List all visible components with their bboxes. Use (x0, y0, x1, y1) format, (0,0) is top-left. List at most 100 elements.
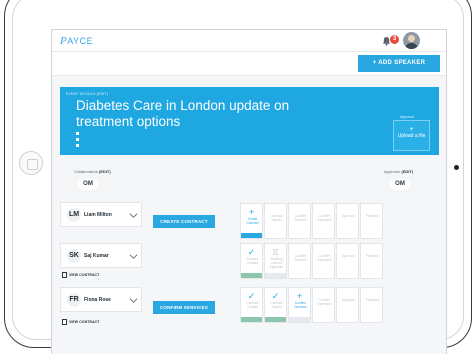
collaborators-label: Collaborators (EDIT) (74, 169, 111, 174)
step-label: Confirm Expenses (317, 214, 332, 222)
step-label: Confirm Expenses (317, 298, 332, 306)
approver-text: Approver (384, 169, 401, 174)
chevron-down-icon (129, 254, 138, 259)
step-confirm-expenses: Confirm Expenses (312, 203, 335, 239)
check-icon: ✓ (247, 291, 256, 301)
add-speaker-button[interactable]: + ADD SPEAKER (358, 55, 440, 72)
collaborators-edit-link[interactable]: (EDIT) (99, 169, 111, 174)
step-label: Confirm Services (294, 254, 307, 262)
step-label: Contract Created (246, 257, 259, 265)
view-contract-link[interactable]: VIEW CONTRACT (62, 319, 99, 325)
create-contract-button[interactable]: CREATE CONTRACT (153, 215, 215, 228)
approver-label: Approver (EDIT) (384, 169, 413, 174)
collaborators-text: Collaborators (74, 169, 98, 174)
event-details-edit-link[interactable]: EVENT DETAILS (EDIT) (66, 92, 108, 96)
action-bar: + ADD SPEAKER (52, 52, 446, 76)
event-meta-date (76, 137, 82, 141)
step-status-bar (241, 317, 262, 322)
plus-icon: + (248, 207, 255, 217)
chevron-down-icon (129, 213, 138, 218)
speaker-select-saj-kumar[interactable]: SK Saj Kumar (60, 243, 142, 268)
step-contract-created: ✓ Contract Created (240, 287, 263, 323)
step-label: Confirm Services (294, 301, 307, 309)
speaker-name: Saj Kumar (84, 253, 109, 259)
view-contract-label: VIEW CONTRACT (69, 319, 100, 324)
step-create-contract[interactable]: + Create Contract (240, 203, 263, 239)
step-label: Awaiting Contract Signature (269, 257, 284, 269)
step-awaiting-signature: ⧖ Awaiting Contract Signature (264, 243, 287, 279)
step-label: Approval (342, 214, 355, 218)
notification-badge: 3 (390, 35, 399, 44)
approver-badge[interactable]: OM (390, 179, 410, 190)
logo[interactable]: PAYCE (60, 35, 93, 47)
step-label: Contract Signed (270, 214, 283, 222)
step-label: Approval (342, 254, 355, 258)
avatar-body (405, 43, 418, 49)
document-icon (62, 319, 67, 325)
step-confirm-expenses: Confirm Expenses (312, 243, 335, 279)
confirm-services-button[interactable]: CONFIRM SERVICES (153, 301, 215, 314)
home-button[interactable] (19, 151, 43, 175)
plus-icon: + (296, 291, 303, 301)
step-payment: Payment (360, 287, 383, 323)
approver-edit-link[interactable]: (EDIT) (401, 169, 413, 174)
speaker-initials: FR (67, 293, 81, 307)
step-label: Confirm Expenses (317, 254, 332, 262)
event-meta-time (76, 143, 82, 147)
step-contract-created: ✓ Contract Created (240, 243, 263, 279)
step-label: Confirm Services (294, 214, 307, 222)
step-status-bar (241, 233, 262, 238)
step-status-bar (265, 317, 286, 322)
speaker-initials: SK (67, 249, 81, 263)
step-label: Create Contract (246, 217, 259, 225)
step-confirm-services: Confirm Services (288, 203, 311, 239)
speaker-initials: LM (67, 208, 81, 222)
plus-icon: + (409, 126, 414, 133)
step-label: Contract Created (246, 301, 259, 309)
camera-icon (454, 165, 459, 170)
collaborator-badge[interactable]: OM (78, 179, 98, 190)
avatar[interactable] (403, 32, 420, 49)
upload-file-label: Upload a file (397, 133, 426, 139)
step-confirm-services[interactable]: + Confirm Services (288, 287, 311, 323)
step-status-bar (289, 317, 310, 322)
step-label: Payment (366, 298, 379, 302)
step-approval: Approval (336, 287, 359, 323)
location-icon (76, 131, 79, 135)
check-icon: ✓ (247, 247, 256, 257)
approval-label: Approval (400, 115, 414, 119)
upload-file-button[interactable]: + Upload a file (393, 120, 430, 151)
avatar-head (408, 35, 415, 42)
top-bar: PAYCE 3 (52, 30, 446, 52)
logo-text: AYCE (67, 36, 94, 46)
app-screen: PAYCE 3 + ADD SPEAKER EVENT DETAILS (EDI… (51, 29, 447, 354)
step-confirm-expenses: Confirm Expenses (312, 287, 335, 323)
step-payment: Payment (360, 203, 383, 239)
hourglass-icon: ⧖ (272, 247, 279, 257)
speaker-name: Liam Milton (84, 212, 112, 218)
calendar-icon (76, 137, 79, 141)
step-label: Approval (342, 298, 355, 302)
view-contract-link[interactable]: VIEW CONTRACT (62, 272, 99, 278)
event-title: Diabetes Care in London update on treatm… (76, 98, 290, 129)
step-approval: Approval (336, 243, 359, 279)
step-status-bar (241, 273, 262, 278)
event-meta-location (76, 131, 82, 135)
view-contract-label: VIEW CONTRACT (69, 272, 100, 277)
speaker-select-fiona-rose[interactable]: FR Fiona Rose (60, 287, 142, 312)
step-label: Contract Signed (270, 301, 283, 309)
clock-icon (76, 143, 79, 147)
step-label: Payment (366, 254, 379, 258)
chevron-down-icon (129, 298, 138, 303)
device-frame: PAYCE 3 + ADD SPEAKER EVENT DETAILS (EDI… (0, 0, 476, 354)
step-status-bar (265, 273, 286, 278)
document-icon (62, 272, 67, 278)
step-payment: Payment (360, 243, 383, 279)
step-label: Payment (366, 214, 379, 218)
event-card: EVENT DETAILS (EDIT) Diabetes Care in Lo… (60, 87, 439, 155)
speaker-name: Fiona Rose (84, 297, 111, 303)
step-contract-signed: ✓ Contract Signed (264, 287, 287, 323)
step-approval: Approval (336, 203, 359, 239)
speaker-select-liam-milton[interactable]: LM Liam Milton (60, 202, 142, 227)
step-contract-signed: Contract Signed (264, 203, 287, 239)
